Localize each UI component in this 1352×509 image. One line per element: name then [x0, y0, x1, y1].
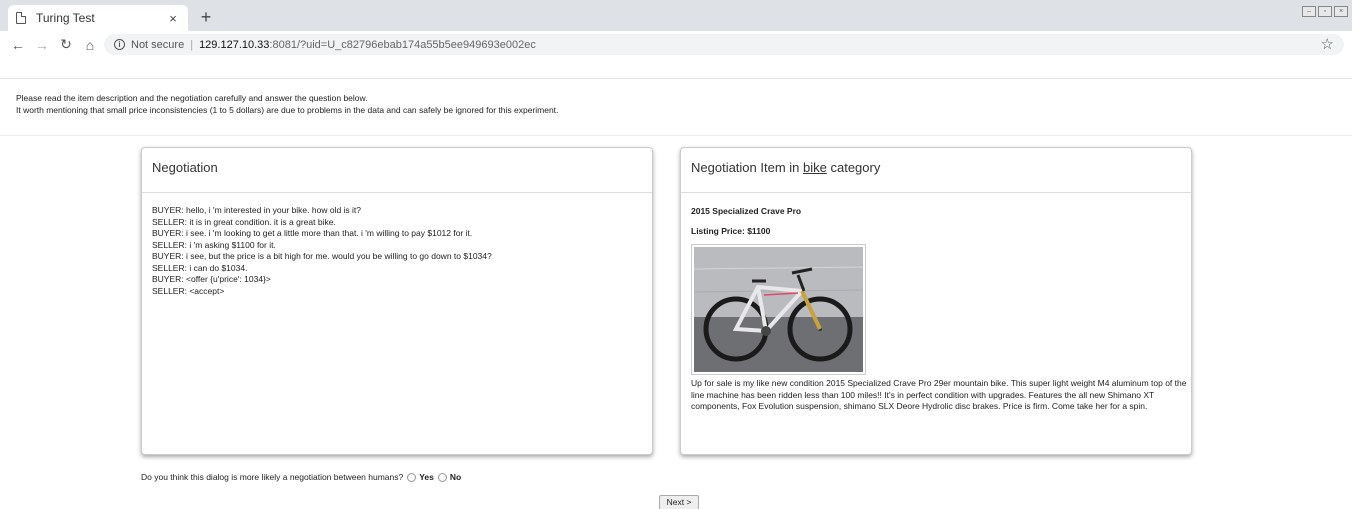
page-icon: [16, 12, 26, 24]
next-button[interactable]: Next >: [659, 495, 699, 509]
item-title: 2015 Specialized Crave Pro: [691, 206, 802, 216]
browser-tab[interactable]: Turing Test ×: [8, 5, 188, 31]
dialog-line: SELLER: i 'm asking $1100 for it.: [152, 239, 276, 250]
forward-icon[interactable]: →: [32, 37, 52, 53]
restore-icon[interactable]: ▫: [1318, 6, 1332, 17]
reload-icon[interactable]: ↻: [56, 36, 76, 53]
url-separator: |: [190, 38, 194, 51]
url-path: :8081/?uid=U_c82796ebab174a55b5ee949693e…: [269, 38, 536, 51]
url-host: 129.127.10.33: [199, 38, 270, 51]
tab-title: Turing Test: [36, 11, 95, 25]
negotiation-heading: Negotiation: [142, 148, 652, 193]
dialog-line: SELLER: it is in great condition. it is …: [152, 216, 336, 227]
item-panel: Negotiation Item in bike category 2015 S…: [680, 147, 1192, 455]
dialog-line: BUYER: i see, but the price is a bit hig…: [152, 251, 492, 261]
home-icon[interactable]: ⌂: [80, 37, 100, 53]
dialog-line: SELLER: <accept>: [152, 285, 225, 296]
divider: [0, 78, 1352, 79]
tab-close-icon[interactable]: ×: [166, 11, 180, 26]
dialog-line: BUYER: hello, i 'm interested in your bi…: [152, 205, 362, 215]
instructions: Please read the item description and the…: [16, 92, 558, 116]
item-heading-suffix: category: [826, 160, 881, 175]
dialog-line: BUYER: i see. i 'm looking to get a litt…: [152, 228, 473, 238]
divider: [0, 135, 1352, 136]
no-label[interactable]: No: [450, 472, 461, 482]
item-description: Up for sale is my like new condition 201…: [691, 378, 1187, 411]
bookmark-star-icon[interactable]: ☆: [1321, 35, 1334, 53]
address-bar[interactable]: i Not secure | 129.127.10.33 :8081/?uid=…: [104, 34, 1344, 55]
not-secure-label: Not secure: [131, 38, 185, 51]
item-heading-prefix: Negotiation Item in: [691, 160, 804, 175]
info-icon[interactable]: i: [114, 39, 125, 50]
instruction-line: It worth mentioning that small price inc…: [16, 105, 559, 115]
browser-toolbar: ← → ↻ ⌂ i Not secure | 129.127.10.33 :80…: [0, 31, 1352, 58]
item-photo: [691, 244, 866, 375]
close-window-icon[interactable]: ×: [1334, 6, 1348, 17]
browser-tabstrip: Turing Test × + – ▫ ×: [0, 0, 1352, 31]
negotiation-dialog: BUYER: hello, i 'm interested in your bi…: [142, 193, 652, 309]
category-link[interactable]: bike: [803, 160, 827, 175]
dialog-line: SELLER: i can do $1034.: [152, 262, 248, 273]
dialog-line: BUYER: <offer {u'price': 1034}>: [152, 274, 271, 284]
listing-price: Listing Price: $1100: [691, 226, 771, 236]
question-text: Do you think this dialog is more likely …: [141, 472, 404, 482]
minimize-icon[interactable]: –: [1302, 6, 1316, 17]
item-heading: Negotiation Item in bike category: [681, 148, 1191, 193]
item-details: 2015 Specialized Crave Pro Listing Price…: [681, 193, 1191, 425]
yes-label[interactable]: Yes: [419, 472, 434, 482]
no-radio[interactable]: [437, 472, 447, 482]
instruction-line: Please read the item description and the…: [16, 93, 368, 103]
human-question: Do you think this dialog is more likely …: [141, 472, 461, 482]
window-controls: – ▫ ×: [1302, 6, 1348, 17]
new-tab-button[interactable]: +: [196, 7, 216, 27]
negotiation-panel: Negotiation BUYER: hello, i 'm intereste…: [141, 147, 653, 455]
back-icon[interactable]: ←: [8, 37, 28, 53]
yes-radio[interactable]: [407, 472, 417, 482]
